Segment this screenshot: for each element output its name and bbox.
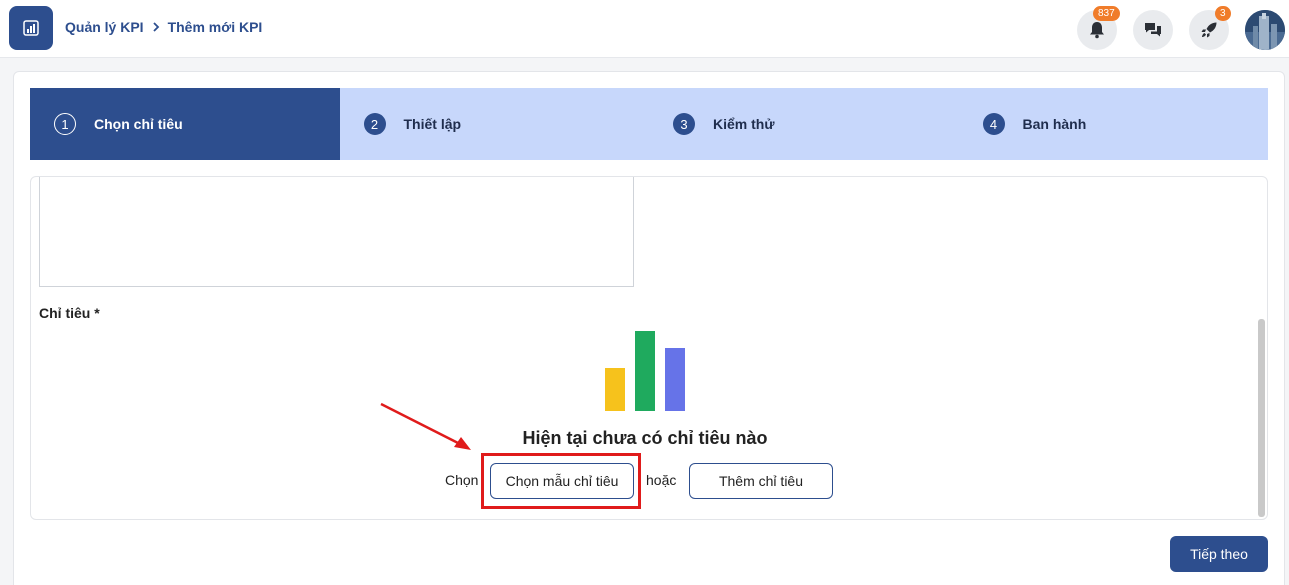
rocket-badge: 3 bbox=[1215, 6, 1231, 21]
step-label: Kiểm thử bbox=[713, 116, 775, 132]
step-label: Thiết lập bbox=[403, 116, 462, 132]
step-number: 2 bbox=[363, 113, 386, 135]
step-publish[interactable]: 4 Ban hành bbox=[958, 88, 1268, 160]
annotation-arrow-icon bbox=[380, 402, 471, 450]
stepper: 1 Chọn chỉ tiêu 2 Thiết lập 3 Kiểm thử 4… bbox=[30, 88, 1268, 160]
add-criteria-button[interactable]: Thêm chỉ tiêu bbox=[689, 463, 833, 499]
launch-button[interactable]: 3 bbox=[1189, 6, 1231, 50]
next-button[interactable]: Tiếp theo bbox=[1170, 536, 1268, 572]
top-bar: Quản lý KPI Thêm mới KPI 837 3 bbox=[0, 0, 1289, 58]
step-select-criteria[interactable]: 1 Chọn chỉ tiêu bbox=[30, 88, 340, 160]
chart-bar-blue bbox=[665, 348, 685, 411]
messages-button[interactable] bbox=[1133, 10, 1173, 50]
chevron-right-icon bbox=[150, 21, 162, 33]
breadcrumb-add-kpi: Thêm mới KPI bbox=[167, 19, 263, 35]
breadcrumb-kpi-management[interactable]: Quản lý KPI bbox=[65, 19, 144, 35]
step-number: 3 bbox=[673, 113, 695, 135]
step-label: Chọn chỉ tiêu bbox=[94, 116, 183, 132]
app-logo[interactable] bbox=[9, 6, 53, 50]
chart-bar-yellow bbox=[605, 368, 625, 411]
empty-chart-icon bbox=[605, 331, 685, 411]
scrollbar-thumb[interactable] bbox=[1258, 319, 1265, 517]
empty-state-title: Hiện tại chưa có chỉ tiêu nào bbox=[522, 428, 768, 448]
avatar[interactable] bbox=[1245, 10, 1285, 50]
step-testing[interactable]: 3 Kiểm thử bbox=[649, 88, 959, 160]
step-setup[interactable]: 2 Thiết lập bbox=[339, 88, 649, 160]
description-textarea[interactable] bbox=[39, 177, 634, 287]
bar-chart-icon bbox=[23, 20, 39, 36]
step-number: 4 bbox=[982, 113, 1005, 135]
criteria-label: Chỉ tiêu * bbox=[39, 305, 100, 321]
bell-icon bbox=[1090, 22, 1104, 39]
chart-bar-green bbox=[635, 331, 655, 411]
step-label: Ban hành bbox=[1022, 116, 1087, 132]
highlight-box bbox=[481, 453, 641, 509]
rocket-icon bbox=[1201, 22, 1217, 38]
notifications-badge: 837 bbox=[1093, 6, 1120, 21]
breadcrumb: Quản lý KPI Thêm mới KPI bbox=[65, 19, 262, 35]
choose-text: Chọn bbox=[445, 472, 479, 488]
notifications-button[interactable]: 837 bbox=[1077, 6, 1120, 50]
chat-icon bbox=[1145, 23, 1161, 37]
avatar-image bbox=[1245, 10, 1285, 50]
step-number: 1 bbox=[54, 113, 76, 135]
or-text: hoặc bbox=[646, 472, 677, 488]
form-panel: Chỉ tiêu * Hiện tại chưa có chỉ tiêu nào… bbox=[30, 176, 1268, 520]
